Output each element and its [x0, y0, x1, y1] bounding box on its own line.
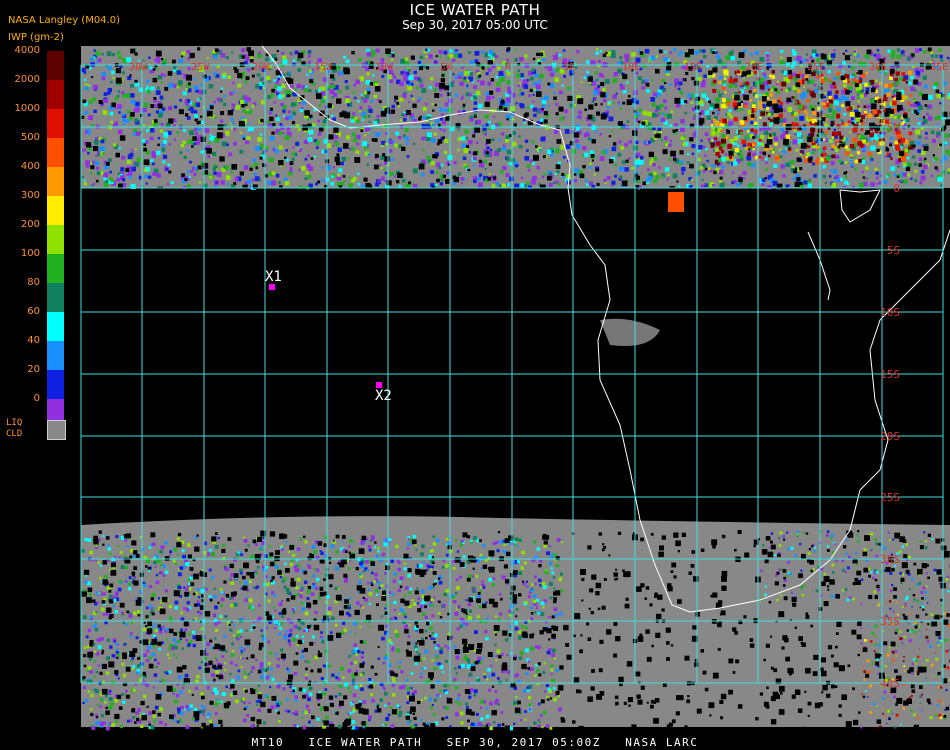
lon-label-5W: 5W	[440, 62, 453, 73]
lat-label-40S: 40S	[880, 677, 900, 690]
lon-label-30E: 30E	[869, 62, 887, 73]
ice-cloud-spot	[668, 192, 684, 212]
lat-label-5S: 5S	[887, 244, 900, 257]
lat-label-0: 0	[893, 182, 900, 195]
lat-label-25S: 25S	[880, 491, 900, 504]
marker-x1-label: X1	[265, 269, 282, 285]
lat-label-15S: 15S	[880, 368, 900, 381]
lon-label-10W: 10W	[375, 62, 394, 73]
lon-label-15W: 15W	[314, 62, 333, 73]
lon-label-25W: 25W	[191, 62, 210, 73]
lon-label-0: 0	[505, 62, 511, 73]
lon-label-5E: 5E	[563, 62, 575, 73]
lon-label-30W: 30W	[129, 62, 148, 73]
lon-label-20E: 20E	[745, 62, 763, 73]
lat-label-10S: 10S	[880, 306, 900, 319]
marker-x2-label: X2	[375, 388, 392, 404]
lat-label-20S: 20S	[880, 430, 900, 443]
lat-label-30S: 30S	[880, 553, 900, 566]
lon-label-35E: 35E	[930, 62, 948, 73]
satellite-map: 5N 0 5S 10S 15S 20S 25S 30S 35S 40S 30W 25W 20W 15W 10…	[80, 45, 950, 733]
footer-caption: MT10 ICE WATER PATH SEP 30, 2017 05:00Z …	[251, 736, 699, 749]
lat-label-35S: 35S	[880, 615, 900, 628]
lon-label-20W: 20W	[252, 62, 271, 73]
lat-label-5N: 5N	[887, 121, 900, 134]
lon-label-10E: 10E	[622, 62, 640, 73]
lon-label-25E: 25E	[807, 62, 825, 73]
lon-label-15E: 15E	[684, 62, 702, 73]
